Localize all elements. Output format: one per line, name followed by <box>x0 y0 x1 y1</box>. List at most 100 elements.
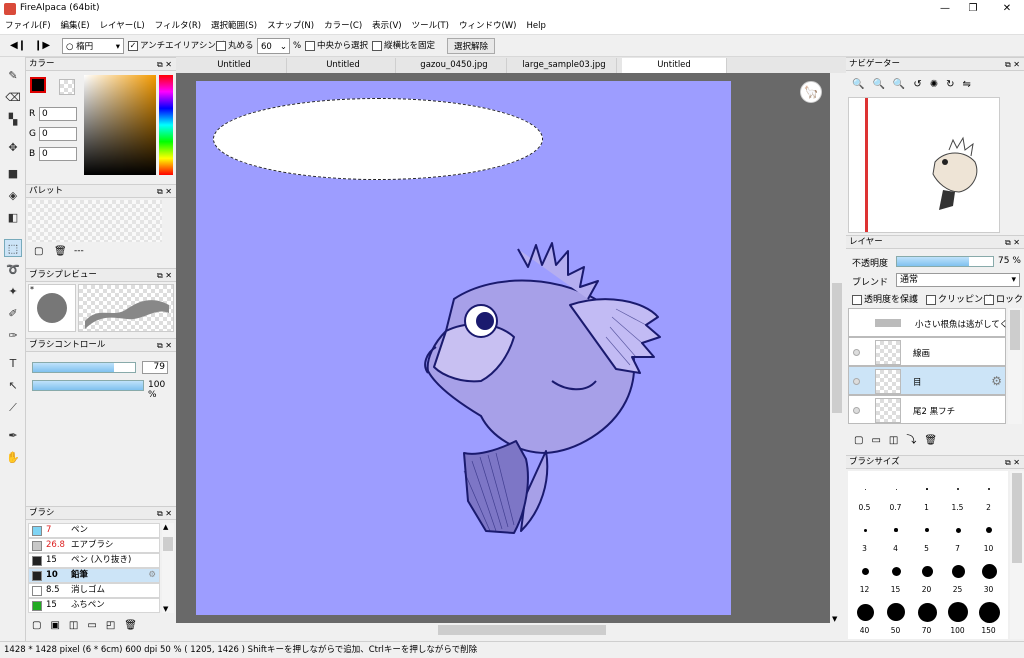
foreground-color-swatch[interactable] <box>30 77 46 93</box>
brush-size-cell[interactable]: 20 <box>912 557 941 597</box>
brush-size-cell[interactable]: 7 <box>943 516 972 556</box>
brush-item[interactable]: 8.5 消しゴム <box>28 583 160 598</box>
new-layer-icon[interactable]: ▢ <box>854 435 871 446</box>
panel-float-close-icon[interactable]: ⧉ ✕ <box>1005 58 1020 71</box>
folder-icon[interactable]: ▭ <box>87 620 105 631</box>
brush-size-cell[interactable]: 40 <box>850 598 879 638</box>
brush-item[interactable]: 15 ふちペン <box>28 598 160 613</box>
menu-edit[interactable]: 編集(E) <box>56 18 95 35</box>
eraser-tool-icon[interactable]: ⌫ <box>4 89 22 107</box>
layer-row-selected[interactable]: 目 ⚙ <box>848 366 1006 395</box>
navigator-preview[interactable] <box>848 97 1000 233</box>
hand-tool-icon[interactable]: ✋ <box>4 449 22 467</box>
export-brush-icon[interactable]: ◰ <box>106 620 124 631</box>
operation-tool-icon[interactable]: ↖ <box>4 377 22 395</box>
visibility-icon[interactable] <box>853 349 860 356</box>
brush-item[interactable]: 26.8 エアブラシ <box>28 538 160 553</box>
menu-window[interactable]: ウィンドウ(W) <box>454 18 522 35</box>
menu-select[interactable]: 選択範囲(S) <box>206 18 262 35</box>
round-checkbox[interactable]: 丸める <box>216 38 254 54</box>
brush-size-cell[interactable]: 150 <box>974 598 1003 638</box>
trash-icon[interactable]: 🗑 <box>124 620 146 631</box>
tab-gazou[interactable]: gazou_0450.jpg <box>402 58 507 73</box>
canvas[interactable] <box>196 81 731 615</box>
alpaca-mascot-icon[interactable]: 🦙 <box>800 81 822 103</box>
prev-icon[interactable]: ◀❙ <box>10 38 26 54</box>
layer-opacity-slider[interactable] <box>896 256 994 267</box>
canvas-vertical-scrollbar[interactable]: ▼ <box>830 73 844 623</box>
layer-row[interactable]: 尾2 黒フチ <box>848 395 1006 424</box>
panel-float-close-icon[interactable]: ⧉ ✕ <box>157 58 172 71</box>
canvas-workarea[interactable]: 🦙 <box>176 73 830 623</box>
trash-icon[interactable]: 🗑 <box>924 435 945 446</box>
brush-size-cell[interactable]: 1.5 <box>943 475 972 515</box>
deselect-button[interactable]: 選択解除 <box>447 38 496 54</box>
brush-size-cell[interactable]: 0.5 <box>850 475 879 515</box>
panel-float-close-icon[interactable]: ⧉ ✕ <box>157 185 172 198</box>
zoom-fit-icon[interactable]: 🔍 <box>893 79 913 90</box>
brush-item[interactable]: 15 ペン (入り抜き) <box>28 553 160 568</box>
scroll-thumb[interactable] <box>1012 473 1022 563</box>
maximize-icon[interactable]: ❐ <box>958 0 988 18</box>
menu-snap[interactable]: スナップ(N) <box>262 18 319 35</box>
visibility-icon[interactable] <box>853 378 860 385</box>
magic-wand-tool-icon[interactable]: ✦ <box>4 283 22 301</box>
menu-help[interactable]: Help <box>521 18 550 35</box>
brush-size-cell[interactable]: 4 <box>881 516 910 556</box>
antialias-checkbox[interactable]: ✓ アンチエイリアシング <box>128 38 224 54</box>
rotate-right-icon[interactable]: ↻ <box>946 79 962 90</box>
add-palette-icon[interactable]: ▢ <box>34 246 43 257</box>
trash-icon[interactable]: 🗑 <box>54 246 67 257</box>
brush-size-cell[interactable]: 1 <box>912 475 941 515</box>
text-tool-icon[interactable]: T <box>4 355 22 373</box>
blend-select[interactable]: 通常 ▾ <box>896 273 1020 287</box>
close-icon[interactable]: ✕ <box>992 0 1022 18</box>
minimize-icon[interactable]: — <box>930 0 960 18</box>
new-brush-icon[interactable]: ▢ <box>32 620 50 631</box>
scroll-thumb[interactable] <box>438 625 606 635</box>
select-tool-icon[interactable]: ⬚ <box>4 239 22 257</box>
layer-list-scrollbar[interactable] <box>1008 308 1022 424</box>
canvas-horizontal-scrollbar[interactable] <box>176 623 830 637</box>
brush-opacity-slider[interactable] <box>32 380 144 391</box>
gear-icon[interactable]: ⚙ <box>991 374 1002 388</box>
palette-swatches-area[interactable] <box>28 200 162 242</box>
menu-filter[interactable]: フィルタ(R) <box>150 18 206 35</box>
visibility-icon[interactable] <box>853 407 860 414</box>
b-input[interactable]: 0 <box>39 147 77 161</box>
g-input[interactable]: 0 <box>39 127 77 141</box>
folder-icon[interactable]: ▭ <box>871 435 888 446</box>
from-center-checkbox[interactable]: 中央から選択 <box>305 38 368 54</box>
zoom-in-icon[interactable]: 🔍 <box>852 79 872 90</box>
tab-untitled-2[interactable]: Untitled <box>291 58 396 73</box>
brush-size-cell[interactable]: 2 <box>974 475 1003 515</box>
layer-row[interactable]: 線画 <box>848 337 1006 366</box>
dot-tool-icon[interactable]: ▚ <box>4 111 22 129</box>
shape-select[interactable]: ○ 楕円 ▾ <box>62 38 124 54</box>
layer-row[interactable]: 小さい根魚は逃がしてくれ <box>848 308 1007 337</box>
brush-size-cell[interactable]: 50 <box>881 598 910 638</box>
scroll-thumb[interactable] <box>1010 310 1020 350</box>
panel-float-close-icon[interactable]: ⧉ ✕ <box>1005 456 1020 469</box>
scroll-thumb[interactable] <box>163 537 173 551</box>
select-eraser-tool-icon[interactable]: ✑ <box>4 327 22 345</box>
brush-size-cell[interactable]: 70 <box>912 598 941 638</box>
clipping-checkbox[interactable]: クリッピング <box>926 292 992 305</box>
chevron-down-icon[interactable]: ▼ <box>832 615 837 623</box>
brush-item-selected[interactable]: 10 鉛筆 ⚙ <box>28 568 160 583</box>
next-icon[interactable]: ❙▶ <box>34 38 50 54</box>
lasso-tool-icon[interactable]: ➰ <box>4 261 22 279</box>
chevron-up-icon[interactable]: ▲ <box>163 523 173 531</box>
panel-float-close-icon[interactable]: ⧉ ✕ <box>157 269 172 282</box>
gradient-tool-icon[interactable]: ◧ <box>4 209 22 227</box>
chevron-down-icon[interactable]: ▼ <box>163 605 173 613</box>
eyedropper-tool-icon[interactable]: ✒ <box>4 427 22 445</box>
round-value-input[interactable]: 60 ⌄ <box>257 38 290 54</box>
brush-size-cell[interactable]: 12 <box>850 557 879 597</box>
menu-layer[interactable]: レイヤー(L) <box>95 18 150 35</box>
copy-brush-icon[interactable]: ▣ <box>50 620 68 631</box>
brush-size-cell[interactable]: 100 <box>943 598 972 638</box>
fill-rect-tool-icon[interactable]: ■ <box>4 165 22 183</box>
brush-size-cell[interactable]: 30 <box>974 557 1003 597</box>
brush-size-cell[interactable]: 25 <box>943 557 972 597</box>
